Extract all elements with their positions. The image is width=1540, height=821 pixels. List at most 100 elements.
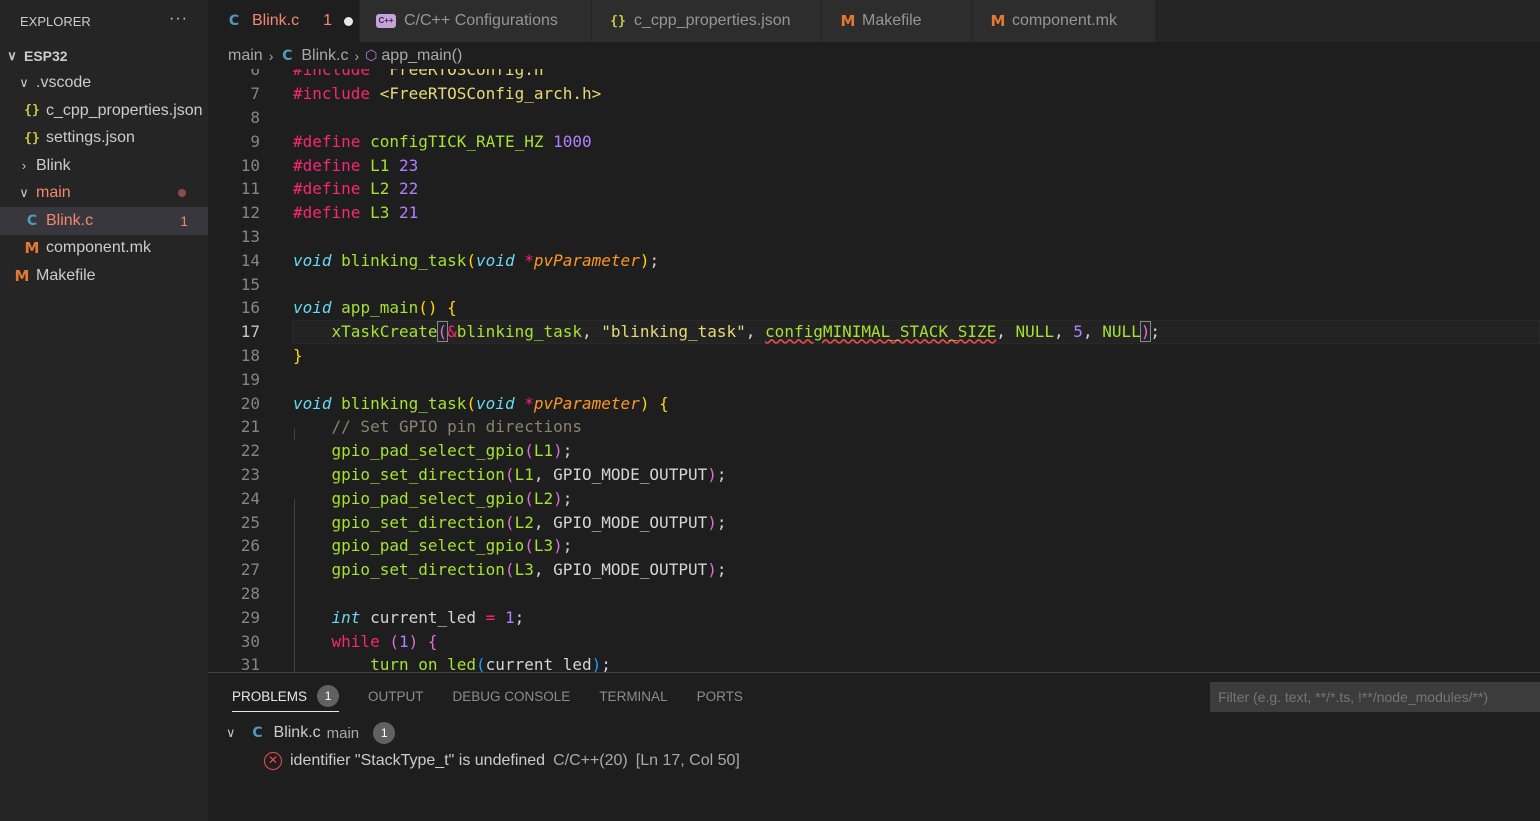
code-text: gpio_set_direction(L1, GPIO_MODE_OUTPUT)… xyxy=(331,464,727,484)
code-text: while (1) { xyxy=(331,631,438,651)
tab-output[interactable]: OUTPUT xyxy=(368,683,424,709)
breadcrumb-symbol[interactable]: app_main() xyxy=(381,47,462,65)
chevron-right-icon: › xyxy=(354,47,360,64)
tree-folder-main[interactable]: ∨ main xyxy=(0,180,208,208)
tree-file-c-cpp-properties[interactable]: {} c_cpp_properties.json xyxy=(0,97,208,125)
symbol-method-icon: ⬡ xyxy=(365,47,378,63)
code-line[interactable]: 19 xyxy=(208,367,1540,391)
code-line-current[interactable]: 17 xTaskCreate(&blinking_task, "blinking… xyxy=(208,319,1540,344)
code-line[interactable]: 23 gpio_set_direction(L1, GPIO_MODE_OUTP… xyxy=(208,463,1540,487)
tree-file-makefile[interactable]: M Makefile xyxy=(0,262,208,290)
code-line[interactable]: 7 #include <FreeRTOSConfig_arch.h> xyxy=(208,82,1540,106)
code-line[interactable]: 21 // Set GPIO pin directions xyxy=(208,415,1540,439)
code-line[interactable]: 16 void app_main() { xyxy=(208,296,1540,320)
problem-file-name: Blink.c xyxy=(273,724,321,741)
code-text: gpio_pad_select_gpio(L3); xyxy=(331,536,573,556)
tree-folder-vscode[interactable]: ∨ .vscode xyxy=(0,70,208,98)
tab-label: PROBLEMS xyxy=(232,688,308,704)
chevron-down-icon: ∨ xyxy=(7,47,17,63)
tab-label: PORTS xyxy=(696,688,743,704)
line-number: 28 xyxy=(240,583,260,603)
workspace-root[interactable]: ∨ ESP32 xyxy=(0,42,208,70)
problems-count-badge: 1 xyxy=(317,685,340,707)
tab-label: DEBUG CONSOLE xyxy=(452,688,571,704)
tree-item-label: c_cpp_properties.json xyxy=(46,101,203,119)
line-number: 11 xyxy=(240,179,260,199)
error-dot-icon xyxy=(178,189,186,198)
makefile-icon: M xyxy=(990,12,1006,30)
code-line[interactable]: 10 #define L1 23 xyxy=(208,153,1540,177)
tab-ports[interactable]: PORTS xyxy=(697,683,743,709)
code-line[interactable]: 28 xyxy=(208,582,1540,606)
tree-item-label: Makefile xyxy=(36,266,96,284)
tab-blink-c[interactable]: C Blink.c 1 xyxy=(208,0,360,42)
chevron-right-icon: › xyxy=(21,158,27,174)
code-line[interactable]: 24 gpio_pad_select_gpio(L2); xyxy=(208,486,1540,510)
breadcrumb-folder[interactable]: main xyxy=(228,47,263,65)
code-line[interactable]: 11 #define L2 22 xyxy=(208,177,1540,201)
tab-label: TERMINAL xyxy=(599,688,668,704)
panel-tabs: PROBLEMS 1 OUTPUT DEBUG CONSOLE TERMINAL… xyxy=(232,683,772,712)
tab-component-mk[interactable]: M component.mk xyxy=(972,0,1156,42)
problem-location: [Ln 17, Col 50] xyxy=(635,752,740,769)
line-number: 29 xyxy=(240,607,260,627)
chevron-down-icon: ∨ xyxy=(19,75,29,91)
code-line[interactable]: 6 #include "FreeRTOSConfig.h" xyxy=(208,69,1540,82)
code-line[interactable]: 26 gpio_pad_select_gpio(L3); xyxy=(208,534,1540,558)
code-line[interactable]: 12 #define L3 21 xyxy=(208,201,1540,225)
breadcrumb: main › C Blink.c › ⬡ app_main() xyxy=(208,42,1540,69)
code-line[interactable]: 13 xyxy=(208,225,1540,249)
tab-problems[interactable]: PROBLEMS 1 xyxy=(232,683,340,712)
tree-item-label: Blink xyxy=(36,156,71,174)
tab-label: c_cpp_properties.json xyxy=(634,12,791,29)
error-icon: ✕ xyxy=(264,752,282,770)
problems-filter-input[interactable] xyxy=(1210,682,1540,712)
code-line[interactable]: 8 xyxy=(208,106,1540,130)
tab-terminal[interactable]: TERMINAL xyxy=(599,683,667,709)
code-line[interactable]: 18} xyxy=(208,344,1540,368)
c-file-icon: C xyxy=(282,47,293,64)
code-editor[interactable]: 6 #include "FreeRTOSConfig.h" 7 #include <… xyxy=(208,69,1540,672)
code-text: // Set GPIO pin directions xyxy=(331,417,582,437)
tab-debug-console[interactable]: DEBUG CONSOLE xyxy=(453,683,571,709)
line-number: 18 xyxy=(240,345,260,365)
tree-file-settings[interactable]: {} settings.json xyxy=(0,125,208,153)
code-line[interactable]: 30 while (1) { xyxy=(208,629,1540,653)
tab-c-cpp-configurations[interactable]: C++ C/C++ Configurations xyxy=(360,0,592,42)
line-number: 31 xyxy=(240,655,260,672)
line-number: 26 xyxy=(240,536,260,556)
code-line[interactable]: 15 xyxy=(208,272,1540,296)
line-number: 13 xyxy=(240,226,260,246)
problem-item[interactable]: ✕ identifier "StackType_t" is undefined … xyxy=(264,748,740,774)
file-problem-count-badge: 1 xyxy=(373,722,396,744)
tree-file-component-mk[interactable]: M component.mk xyxy=(0,235,208,263)
chevron-down-icon: ∨ xyxy=(19,185,29,201)
tree-folder-blink[interactable]: › Blink xyxy=(0,152,208,180)
code-line[interactable]: 9 #define configTICK_RATE_HZ 1000 xyxy=(208,129,1540,153)
tab-c-cpp-properties-json[interactable]: {} c_cpp_properties.json xyxy=(592,0,822,42)
more-actions-icon[interactable]: ··· xyxy=(169,10,188,28)
tab-makefile[interactable]: M Makefile xyxy=(822,0,972,42)
cpp-config-icon: C++ xyxy=(376,14,396,28)
breadcrumb-file[interactable]: Blink.c xyxy=(301,47,348,65)
code-line[interactable]: 20 void blinking_task(void *pvParameter) … xyxy=(208,391,1540,415)
problem-file-group[interactable]: ∨ C Blink.c main 1 xyxy=(226,720,396,746)
code-line[interactable]: 25 gpio_set_direction(L2, GPIO_MODE_OUTP… xyxy=(208,510,1540,534)
line-number: 7 xyxy=(250,84,260,104)
line-number: 16 xyxy=(240,298,260,318)
code-text: gpio_pad_select_gpio(L2); xyxy=(331,488,573,508)
code-text: xTaskCreate(&blinking_task, "blinking_ta… xyxy=(331,321,1161,343)
tab-label: OUTPUT xyxy=(368,688,424,704)
makefile-icon: M xyxy=(14,266,30,285)
code-line[interactable]: 22 gpio_pad_select_gpio(L1); xyxy=(208,439,1540,463)
line-number: 27 xyxy=(240,560,260,580)
line-number: 9 xyxy=(250,131,260,151)
tree-file-blink-c[interactable]: C Blink.c 1 xyxy=(0,207,208,235)
code-line[interactable]: 29 int current_led = 1; xyxy=(208,605,1540,629)
code-line[interactable]: 31 turn_on_led(current_led); xyxy=(208,653,1540,672)
code-line[interactable]: 14 void blinking_task(void *pvParameter); xyxy=(208,248,1540,272)
code-line[interactable]: 27 gpio_set_direction(L3, GPIO_MODE_OUTP… xyxy=(208,558,1540,582)
unsaved-dot-icon[interactable] xyxy=(344,16,354,26)
code-lines[interactable]: 6 #include "FreeRTOSConfig.h" 7 #include <… xyxy=(208,69,1540,672)
problem-file-dir: main xyxy=(326,724,360,742)
